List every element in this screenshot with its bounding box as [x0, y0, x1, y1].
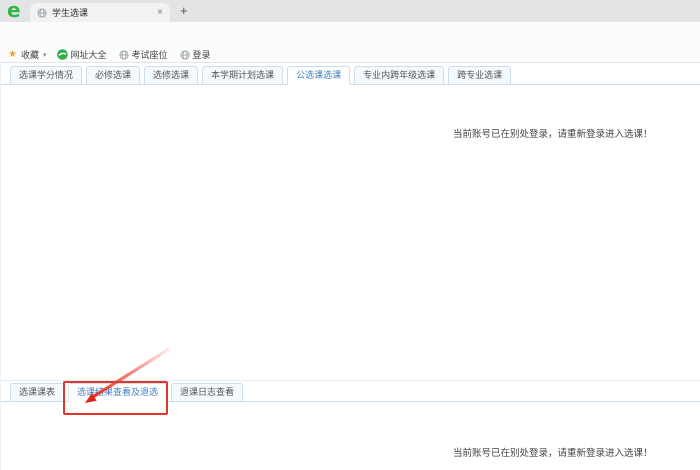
annotation-red-arrow-icon	[56, 342, 181, 412]
bookmark-label: 网址大全	[71, 48, 107, 61]
bookmark-exam-seat[interactable]: 考试座位	[119, 48, 168, 61]
browser-tab[interactable]: 学生选课 ×	[30, 3, 170, 22]
tab-elective-courses[interactable]: 选修选课	[144, 66, 198, 85]
login-elsewhere-message-bottom: 当前账号已在别处登录，请重新登录进入选课！	[453, 445, 653, 459]
globe-icon	[180, 50, 190, 60]
bookmark-label: 考试座位	[132, 48, 168, 61]
tab-title: 学生选课	[52, 6, 152, 19]
tab-semester-plan-courses[interactable]: 本学期计划选课	[202, 66, 283, 85]
bookmark-site-nav[interactable]: 网址大全	[57, 48, 107, 61]
tab-withdraw-log[interactable]: 退课日志查看	[171, 383, 243, 402]
bookmark-label: 登录	[193, 48, 211, 61]
tab-credit-status[interactable]: 选课学分情况	[10, 66, 82, 85]
tab-cross-grade-courses[interactable]: 专业内跨年级选课	[354, 66, 444, 85]
browser-tab-bar: e 学生选课 × +	[0, 0, 700, 22]
course-selection-tab-strip: 选课学分情况 必修选课 选修选课 本学期计划选课 公选课选课 专业内跨年级选课 …	[1, 66, 700, 85]
tab-required-courses[interactable]: 必修选课	[86, 66, 140, 85]
browser-toolbar: ← → ↻ ⌂ 证书风险 https://10.0.3.88/jsxsd/xsx…	[0, 22, 700, 47]
page-content: 选课学分情况 必修选课 选修选课 本学期计划选课 公选课选课 专业内跨年级选课 …	[0, 63, 700, 470]
login-elsewhere-message: 当前账号已在别处登录，请重新登录进入选课！	[453, 126, 653, 140]
tab-close-icon[interactable]: ×	[157, 8, 163, 18]
tab-public-elective-courses[interactable]: 公选课选课	[287, 66, 350, 85]
browser-logo-icon[interactable]: e	[7, 0, 21, 22]
new-tab-button[interactable]: +	[180, 3, 188, 18]
star-icon: ★	[8, 50, 17, 60]
tab-cross-major-courses[interactable]: 跨专业选课	[448, 66, 511, 85]
bookmark-login[interactable]: 登录	[180, 48, 211, 61]
favorites-button[interactable]: 收藏	[21, 48, 39, 61]
bookmarks-bar: ★ 收藏 ▾ 网址大全 考试座位 登录	[0, 47, 700, 63]
globe-icon	[119, 50, 129, 60]
green-nav-icon	[57, 49, 68, 60]
tab-favicon-globe-icon	[37, 8, 47, 18]
chevron-down-icon[interactable]: ▾	[43, 51, 47, 59]
